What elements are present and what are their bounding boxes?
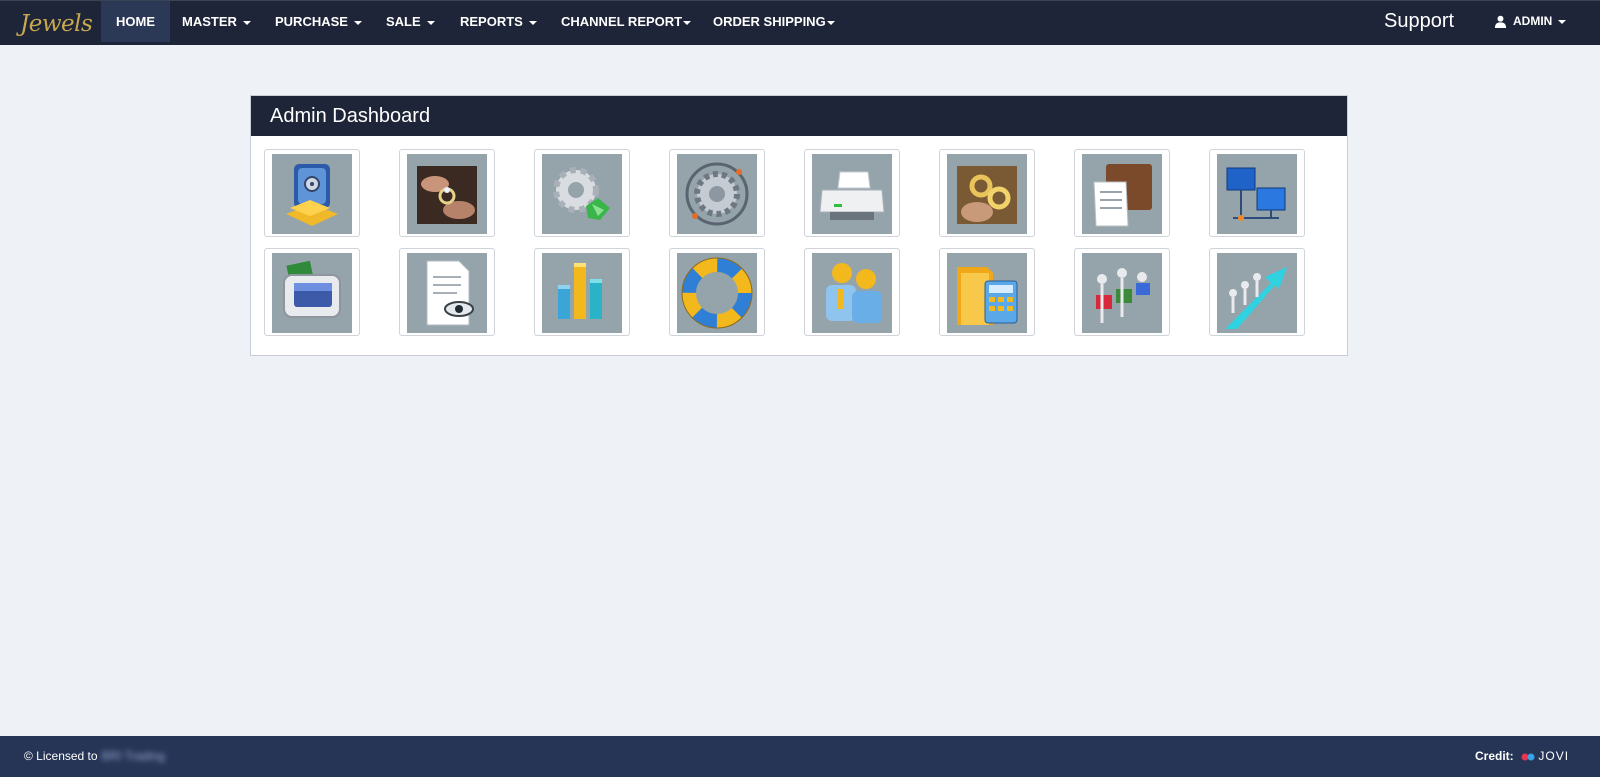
network-computers-icon (1217, 154, 1297, 234)
dashboard-tile[interactable] (399, 149, 495, 237)
admin-dashboard-panel: Admin Dashboard (250, 95, 1348, 356)
user-icon (1494, 16, 1507, 29)
dashboard-tile[interactable] (534, 149, 630, 237)
jeweler-hands-icon (407, 154, 487, 234)
target-gear-icon (677, 154, 757, 234)
dashboard-tile[interactable] (264, 149, 360, 237)
credit: Credit: JOVI (1475, 736, 1569, 777)
brand-logo[interactable]: Jewels (20, 5, 93, 43)
team-growth-arrow-icon (1217, 253, 1297, 333)
bar-chart-icon (542, 253, 622, 333)
panel-title: Admin Dashboard (251, 96, 1347, 136)
caret-down-icon (353, 20, 362, 25)
nav-sale-label: SALE (386, 14, 421, 29)
caret-down-icon (683, 20, 692, 25)
nav-purchase[interactable]: PURCHASE (260, 1, 377, 42)
gold-rings-icon (947, 154, 1027, 234)
nav-sale[interactable]: SALE (371, 1, 450, 42)
caret-down-icon (528, 20, 537, 25)
footer: © Licensed to BRI Trading Credit: JOVI (0, 736, 1600, 777)
dashboard-tile[interactable] (1209, 149, 1305, 237)
credit-label: Credit: (1475, 749, 1514, 763)
nav-channel-report-label: CHANNEL REPORT (561, 14, 683, 29)
dashboard-tile[interactable] (1074, 149, 1170, 237)
dashboard-tile[interactable] (1074, 248, 1170, 336)
nav-home-label: HOME (116, 14, 155, 29)
dashboard-tile[interactable] (804, 149, 900, 237)
caret-down-icon (426, 20, 435, 25)
nav-reports-label: REPORTS (460, 14, 523, 29)
user-menu-label: ADMIN (1513, 14, 1553, 28)
dashboard-tile[interactable] (264, 248, 360, 336)
wallet-invoice-icon (1082, 154, 1162, 234)
nav-order-shipping-label: ORDER SHIPPING (713, 14, 826, 29)
folder-calculator-icon (947, 253, 1027, 333)
dashboard-tile[interactable] (804, 248, 900, 336)
license-text: © Licensed to BRI Trading (24, 736, 165, 777)
nav-reports[interactable]: REPORTS (445, 1, 552, 42)
nav-channel-report[interactable]: CHANNEL REPORT (546, 1, 706, 42)
top-navbar: Jewels HOME MASTER PURCHASE SALE REPORTS… (0, 0, 1600, 45)
jovi-logo[interactable]: JOVI (1521, 736, 1569, 777)
dashboard-tile[interactable] (939, 248, 1035, 336)
jovi-logo-icon (1521, 753, 1535, 761)
dashboard-tile[interactable] (939, 149, 1035, 237)
caret-down-icon (1558, 19, 1567, 24)
nav-home[interactable]: HOME (101, 1, 170, 42)
dashboard-tile[interactable] (534, 248, 630, 336)
lifebuoy-icon (677, 253, 757, 333)
money-wallet-icon (272, 253, 352, 333)
users-icon (812, 253, 892, 333)
support-link[interactable]: Support (1384, 1, 1454, 42)
credit-brand: JOVI (1538, 749, 1570, 764)
caret-down-icon (826, 20, 835, 25)
caret-down-icon (242, 20, 251, 25)
team-puzzle-icon (1082, 253, 1162, 333)
nav-order-shipping[interactable]: ORDER SHIPPING (698, 1, 850, 42)
printer-icon (812, 154, 892, 234)
dashboard-tile[interactable] (669, 149, 765, 237)
nav-master-label: MASTER (182, 14, 237, 29)
dashboard-tile[interactable] (1209, 248, 1305, 336)
nav-master[interactable]: MASTER (167, 1, 266, 42)
dashboard-tile[interactable] (669, 248, 765, 336)
licensee-name: BRI Trading (101, 749, 165, 763)
safe-gold-icon (272, 154, 352, 234)
user-menu[interactable]: ADMIN (1494, 1, 1567, 42)
nav-purchase-label: PURCHASE (275, 14, 348, 29)
dashboard-tile[interactable] (399, 248, 495, 336)
document-view-icon (407, 253, 487, 333)
gear-recycle-icon (542, 154, 622, 234)
license-prefix: © Licensed to (24, 749, 98, 763)
